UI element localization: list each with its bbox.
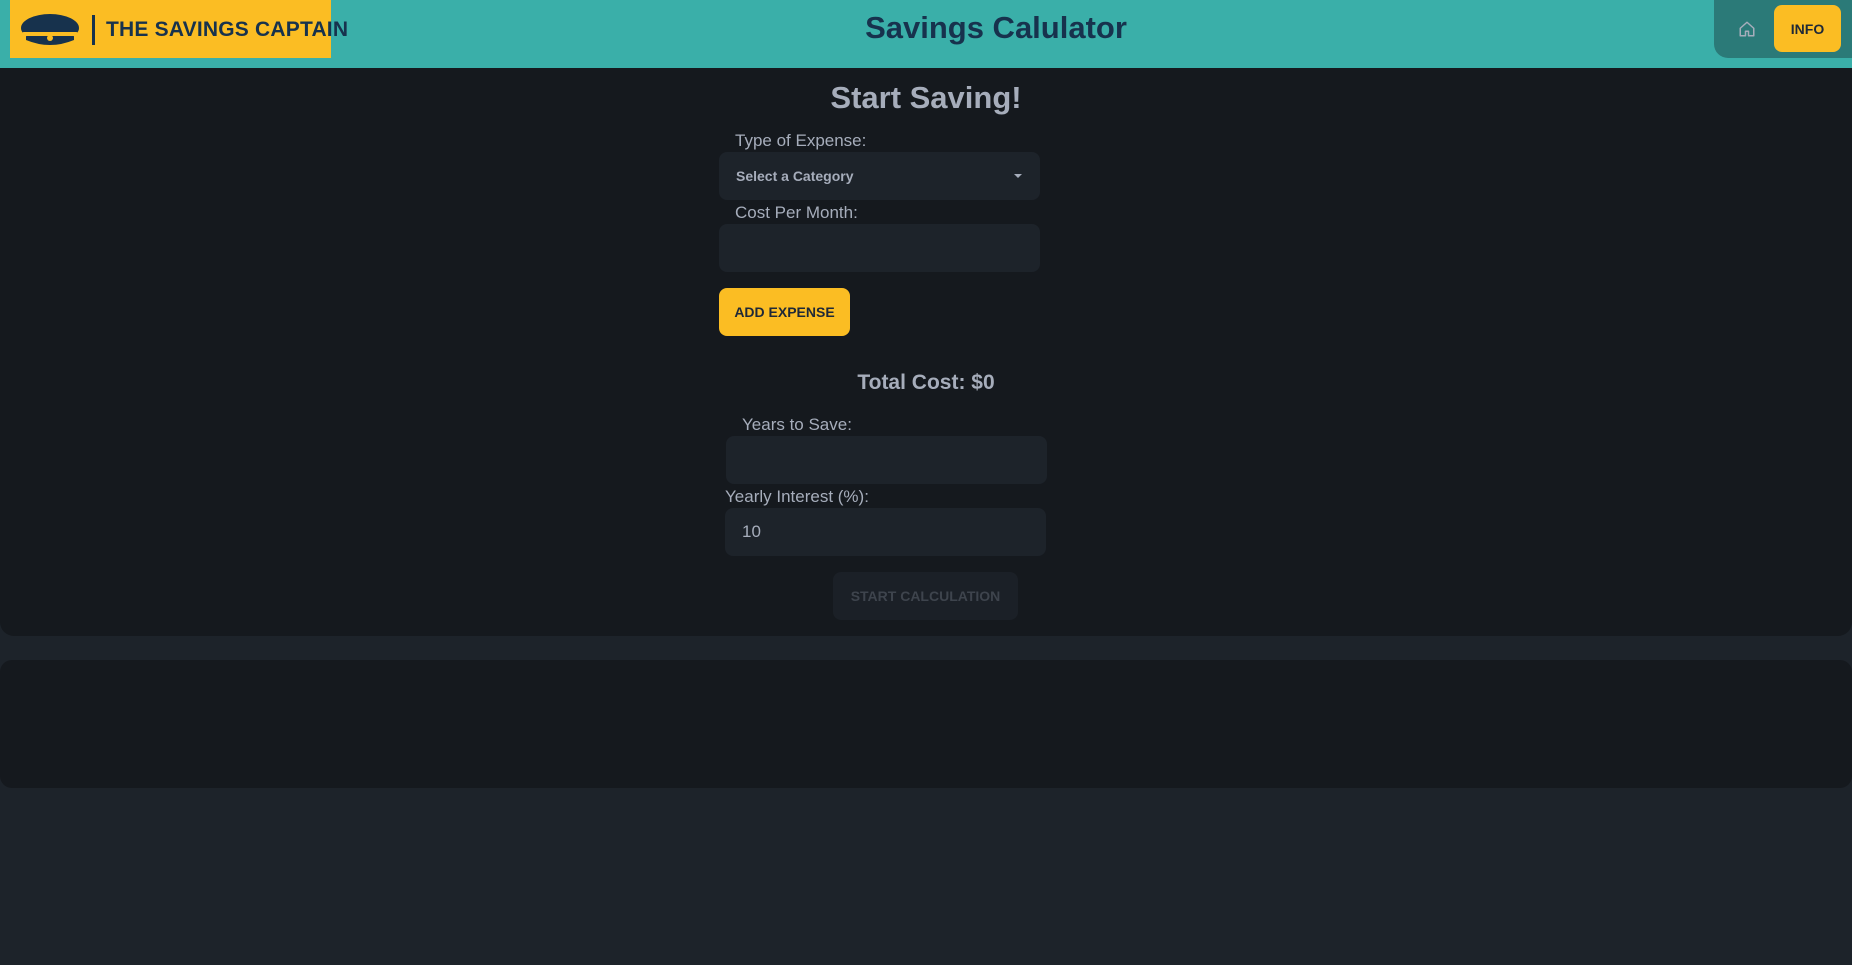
info-button[interactable]: INFO (1774, 5, 1841, 52)
add-expense-button[interactable]: ADD EXPENSE (719, 288, 850, 336)
cost-per-month-label: Cost Per Month: (735, 203, 858, 222)
home-icon (1739, 21, 1755, 37)
yearly-interest-input[interactable] (725, 508, 1046, 556)
expense-type-label: Type of Expense: (735, 131, 867, 150)
expense-category-select[interactable]: Select a Category (719, 152, 1040, 200)
years-to-save-label: Years to Save: (742, 415, 852, 434)
results-card (0, 660, 1852, 788)
start-calculation-button[interactable]: START CALCULATION (833, 572, 1018, 620)
yearly-interest-label: Yearly Interest (%): (725, 487, 869, 506)
home-button[interactable] (1724, 6, 1770, 52)
cost-per-month-input[interactable] (719, 224, 1040, 272)
caret-down-icon (1014, 174, 1022, 178)
years-to-save-input[interactable] (726, 436, 1047, 484)
page-heading: Start Saving! (830, 80, 1022, 115)
app-title: Savings Calulator (865, 10, 1127, 45)
expense-category-value: Select a Category (736, 168, 854, 184)
top-bar: THE SAVINGS CAPTAIN Savings Calulator IN… (0, 0, 1852, 68)
total-cost: Total Cost: $0 (857, 371, 995, 394)
